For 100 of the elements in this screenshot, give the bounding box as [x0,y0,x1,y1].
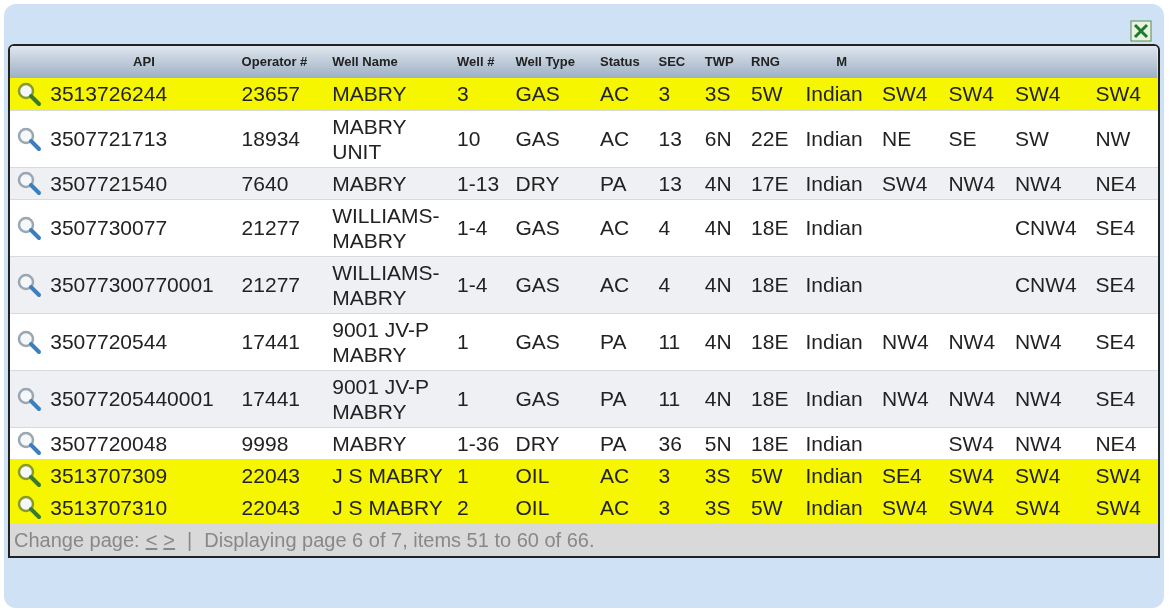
column-header[interactable]: Operator # [241,54,308,70]
column-header[interactable]: Status [600,54,640,70]
table-cell: NE4 [1095,431,1137,455]
table-cell: 4N [704,273,732,296]
table-cell: SW [1014,127,1049,150]
spreadsheet-export-icon[interactable] [1130,20,1152,42]
table-cell: 4N [704,330,732,353]
table-cell: 1 [457,387,469,410]
table-row[interactable]: 3507720544 17441 9001 JV-P MABRY 1 GAS PA 11 4N 18E Indian NW4 NW4 NW4 SE4 [10,313,1158,370]
column-header[interactable]: API [133,54,155,70]
table-cell: MABRY [332,171,407,195]
column-header[interactable]: TWP [704,54,734,70]
table-cell: 9001 JV-P MABRY [332,317,429,366]
table-cell: J S MABRY [332,495,443,519]
table-cell: SW4 [882,82,928,106]
magnifier-icon[interactable] [16,385,42,412]
table-cell: 7640 [241,171,289,195]
table-cell: 3 [658,82,671,106]
table-cell: SW4 [882,495,928,519]
table-cell: AC [600,273,630,296]
table-cell: SW4 [948,495,994,519]
table-cell: 3507720544 [50,330,168,353]
table-row[interactable]: 3507720048 9998 MABRY 1-36 DRY PA 36 5N 18E Indian SW4 NW4 NE4 [10,427,1158,459]
table-cell: 3507721540 [50,171,168,195]
table-cell: SE4 [1095,216,1136,239]
magnifier-icon[interactable] [16,125,42,152]
table-cell: Indian [805,463,863,487]
table-cell: Indian [805,431,863,455]
table-cell: 3513707310 [50,495,168,519]
table-cell: OIL [515,495,550,519]
table-cell: 36 [658,431,682,455]
table-cell: 18E [751,330,789,353]
column-header[interactable]: M [836,54,848,70]
table-cell: 3507730077 [50,216,168,239]
magnifier-icon[interactable] [16,328,42,355]
table-cell: 4N [704,387,732,410]
table-cell: SW4 [1095,82,1141,106]
table-cell: Indian [805,216,863,239]
magnifier-icon[interactable] [16,271,42,298]
table-cell: 13 [658,171,682,195]
table-cell: MABRY [332,82,407,106]
table-cell: AC [600,127,630,150]
table-cell: PA [600,431,627,455]
table-cell: AC [600,82,630,106]
magnifier-icon[interactable] [16,80,42,107]
table-cell: 10 [457,127,481,150]
table-cell: NE [882,127,912,150]
table-cell: 4 [658,273,671,296]
table-cell: 5N [704,431,732,455]
table-cell: SE [948,127,977,150]
table-cell: 13 [658,127,682,150]
magnifier-icon[interactable] [16,494,42,520]
table-cell: 4N [704,171,732,195]
table-cell: SW4 [948,82,994,106]
table-row[interactable]: 35077205440001 17441 9001 JV-P MABRY 1 GAS PA 11 4N 18E Indian NW4 NW4 NW4 SE4 [10,370,1158,427]
table-cell: 18E [751,216,789,239]
table-cell: 18E [751,273,789,296]
column-header[interactable]: RNG [751,54,780,70]
table-cell: NW4 [948,171,996,195]
table-cell: CNW4 [1014,216,1077,239]
table-row[interactable]: 3513707310 22043 J S MABRY 2 OIL AC 3 3S 5W Indian SW4 SW4 SW4 SW4 [10,491,1158,523]
table-cell: NW [1095,127,1131,150]
magnifier-icon[interactable] [16,462,42,488]
column-header[interactable]: Well Type [515,54,575,70]
table-cell: PA [600,387,627,410]
magnifier-icon[interactable] [16,430,42,456]
table-row[interactable]: 3513707309 22043 J S MABRY 1 OIL AC 3 3S 5W Indian SE4 SW4 SW4 SW4 [10,459,1158,491]
table-row[interactable]: 3513726244 23657 MABRY 3 GAS AC 3 3S 5W Indian SW4 SW4 SW4 SW4 [10,78,1158,110]
table-cell: 1-4 [457,216,488,239]
magnifier-icon[interactable] [16,214,42,241]
table-cell: 4N [704,216,732,239]
table-cell: 9001 JV-P MABRY [332,374,429,423]
column-header[interactable]: Well Name [332,54,398,70]
table-cell: J S MABRY [332,463,443,487]
table-cell: WILLIAMS-MABRY [332,203,440,252]
table-cell: 22043 [241,463,300,487]
table-cell: 3 [658,463,671,487]
table-cell: 18934 [241,127,300,150]
table-cell: 21277 [241,216,300,239]
magnifier-icon[interactable] [16,170,42,196]
table-cell: 23657 [241,82,300,106]
table-cell: DRY [515,431,560,455]
table-cell: 5W [751,495,783,519]
table-cell: SE4 [1095,387,1136,410]
table-cell: SW4 [1014,82,1061,106]
table-cell: NW4 [882,387,929,410]
table-cell: SE4 [1095,330,1136,353]
table-cell: Indian [805,127,863,150]
table-cell: 6N [704,127,732,150]
table-cell: 1-13 [457,171,500,195]
table-row[interactable]: 3507721713 18934 MABRY UNIT 10 GAS AC 13 6N 22E Indian NE SE SW NW [10,110,1158,167]
table-cell: 5W [751,463,783,487]
table-cell: 17441 [241,330,300,353]
table-cell: OIL [515,463,550,487]
column-header[interactable]: SEC [658,54,686,70]
column-header[interactable]: Well # [457,54,495,70]
table-cell: CNW4 [1014,273,1077,296]
table-cell: NW4 [1014,330,1062,353]
table-cell: 11 [658,330,681,353]
table-cell: Indian [805,171,863,195]
